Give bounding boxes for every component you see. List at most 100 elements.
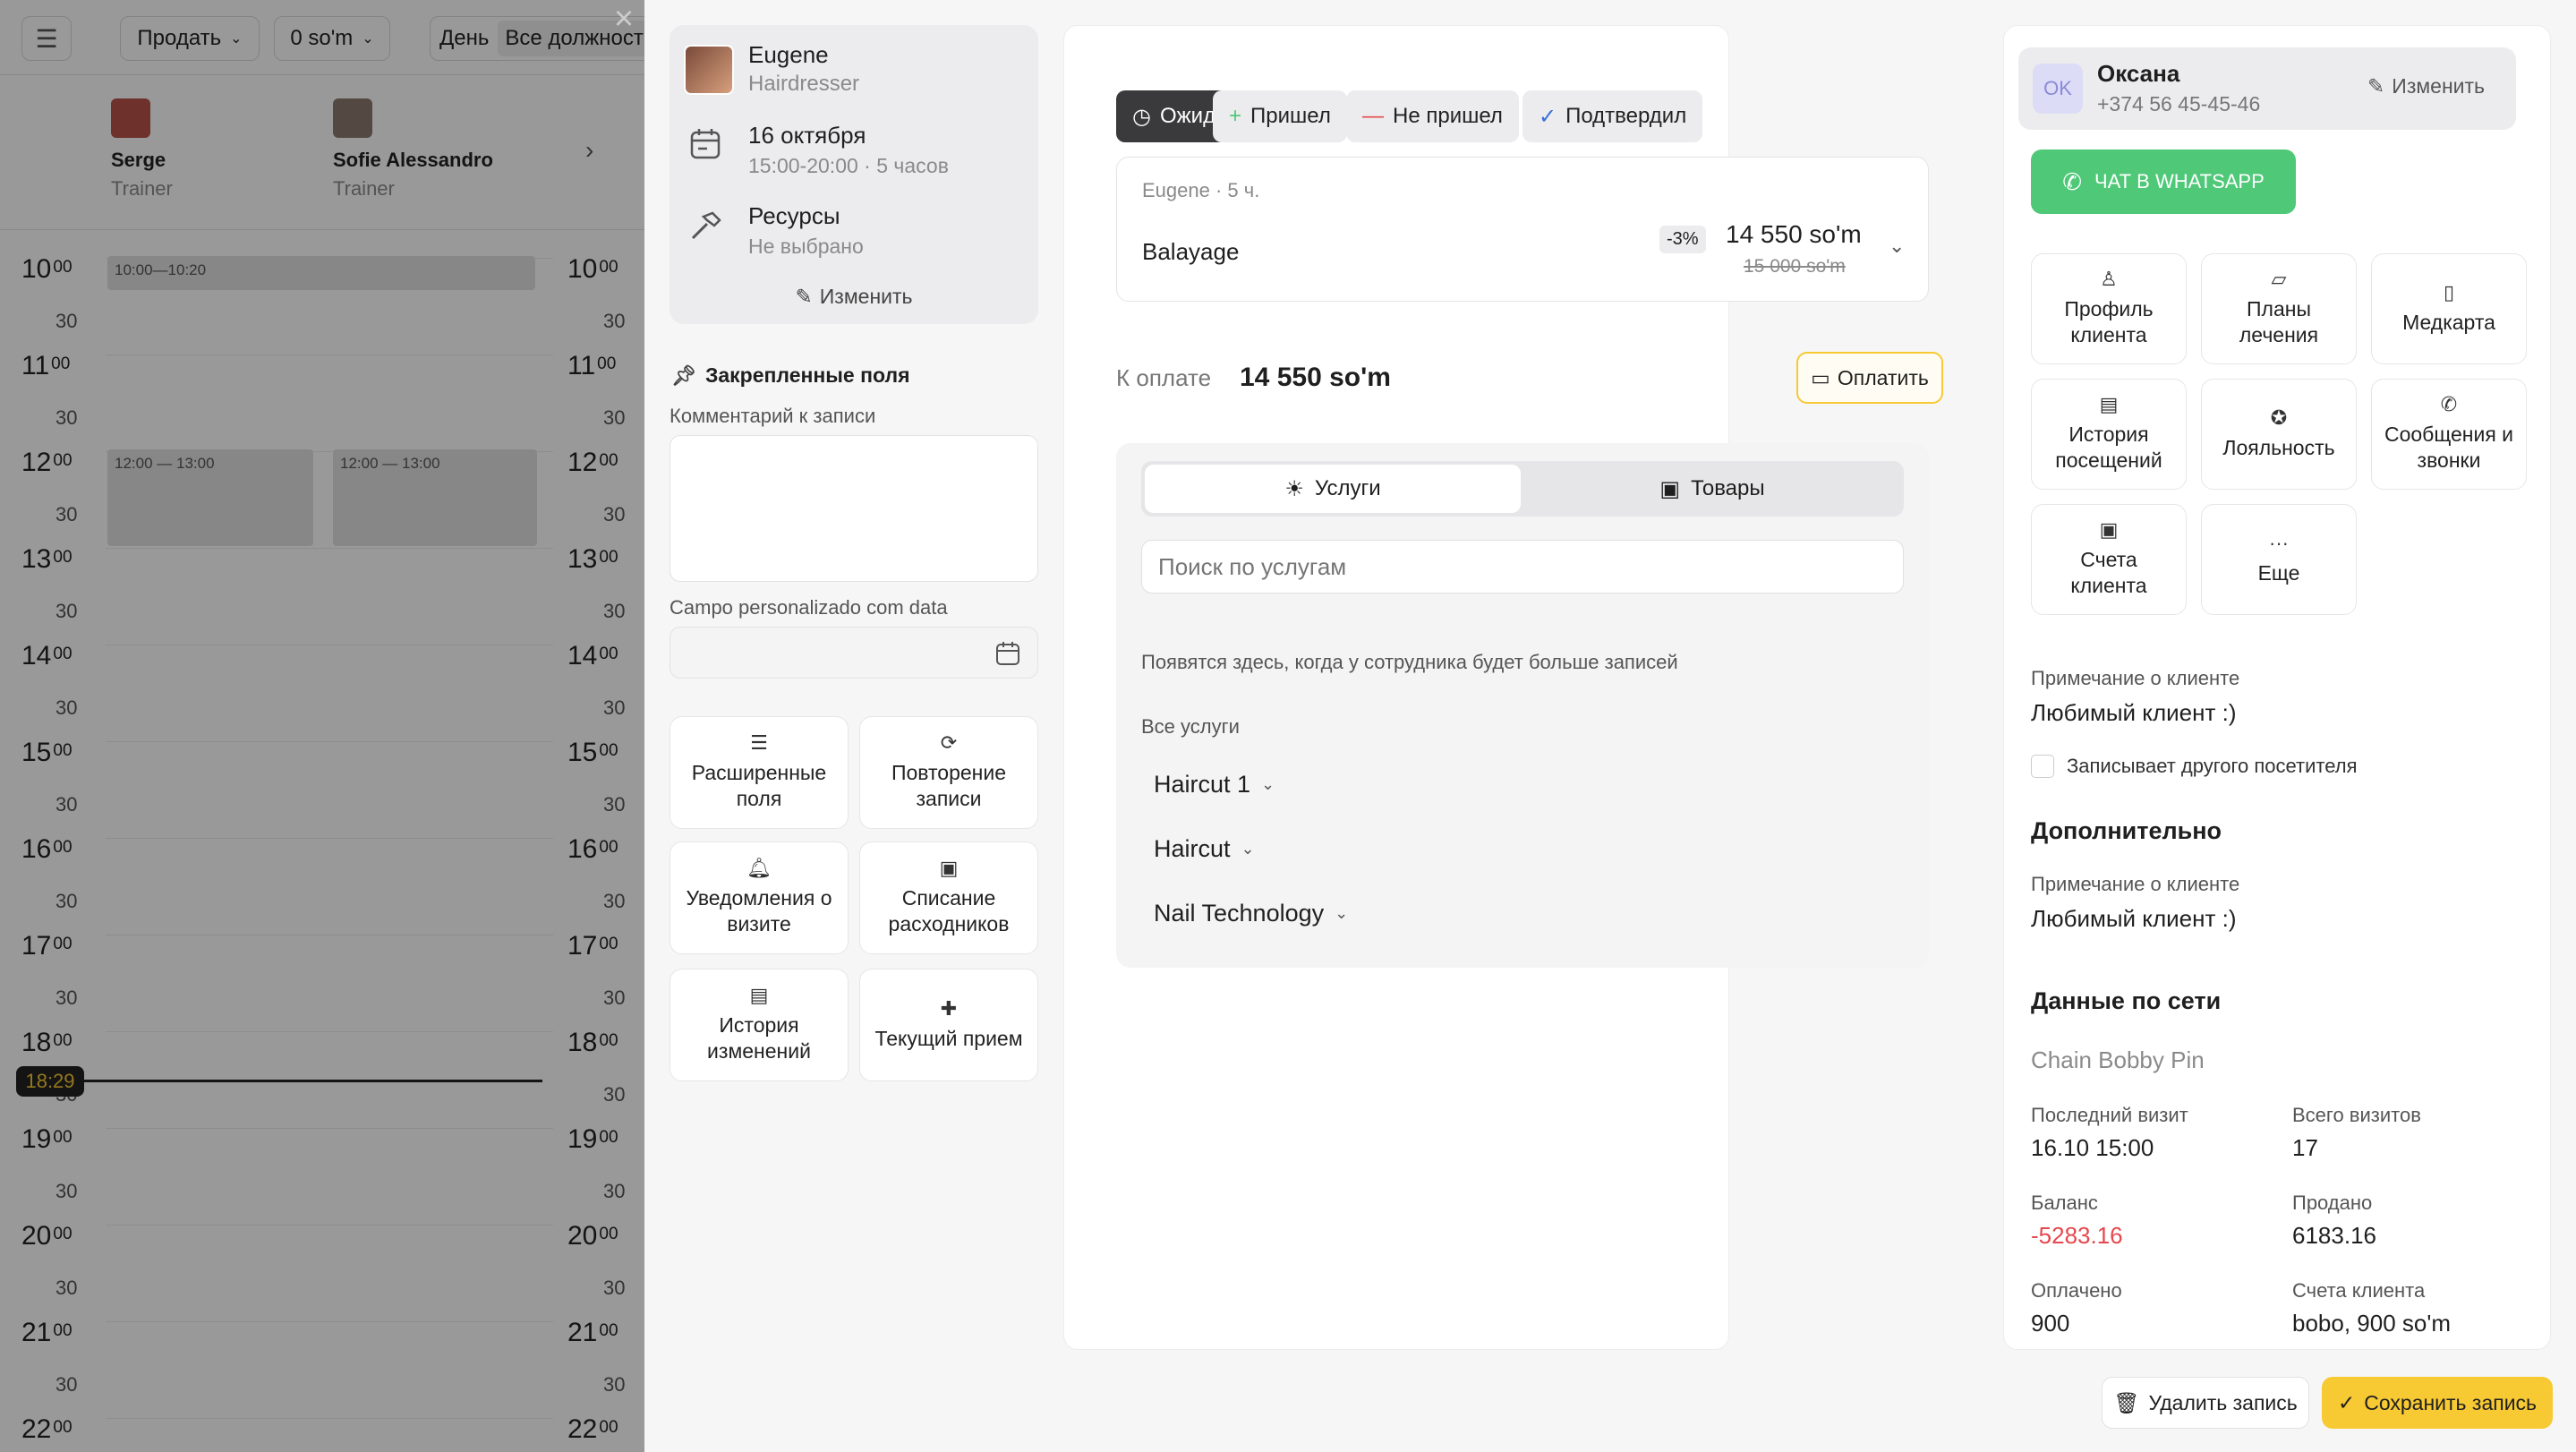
edit-client-button[interactable]: ✎ Изменить xyxy=(2367,74,2485,98)
wallet-icon: ▣ xyxy=(2099,518,2119,541)
service-item[interactable]: Eugene · 5 ч. Balayage -3% 14 550 so'm 1… xyxy=(1116,157,1929,302)
tab-label: Товары xyxy=(1691,476,1765,500)
change-history-button[interactable]: ▤ История изменений xyxy=(670,969,849,1081)
messages-calls-button[interactable]: ✆ Сообщения и звонки xyxy=(2371,379,2527,490)
repeat-record-button[interactable]: ⟳ Повторение записи xyxy=(859,716,1038,829)
bell-icon: 🔔︎ xyxy=(746,857,772,879)
accounts-label: Счета клиента xyxy=(2292,1279,2426,1302)
pinned-fields-header: 📌︎ Закрепленные поля xyxy=(671,363,910,388)
status-no-show-button[interactable]: — Не пришел xyxy=(1346,90,1519,142)
comment-label: Комментарий к записи xyxy=(670,405,876,427)
tabs: ☀ Услуги ▣ Товары xyxy=(1141,461,1904,517)
service-price: 14 550 so'm xyxy=(1726,220,1862,248)
record-date: 16 октября xyxy=(748,122,866,149)
user-icon: ♙ xyxy=(2100,268,2118,290)
tile-label: Еще xyxy=(2257,560,2300,585)
pin-icon: 📌︎ xyxy=(671,363,696,387)
resources-title: Ресурсы xyxy=(748,202,840,229)
consumables-writeoff-button[interactable]: ▣ Списание расходников xyxy=(859,841,1038,954)
medcard-button[interactable]: ▯ Медкарта xyxy=(2371,253,2527,364)
service-old-price: 15 000 so'm xyxy=(1744,256,1846,277)
status-arrived-button[interactable]: + Пришел xyxy=(1213,90,1347,142)
tab-label: Услуги xyxy=(1314,476,1381,500)
current-appointment-button[interactable]: ✚ Текущий прием xyxy=(859,969,1038,1081)
tile-label: Лояльность xyxy=(2222,435,2335,459)
to-pay-label: К оплате xyxy=(1116,364,1212,391)
status-confirmed-button[interactable]: ✓ Подтвердил xyxy=(1523,90,1703,142)
tile-label: Планы лечения xyxy=(2239,297,2319,346)
hammer-icon xyxy=(687,208,723,243)
chevron-down-icon: ⌄ xyxy=(1261,775,1275,793)
check-icon: ✓ xyxy=(1539,104,1557,129)
chevron-down-icon: ⌄ xyxy=(1335,904,1349,922)
client-note-label: Примечание о клиенте xyxy=(2031,667,2240,689)
service-category[interactable]: Haircut ⌄ xyxy=(1154,835,1255,863)
repeat-icon: ⟳ xyxy=(940,731,958,754)
delete-record-button[interactable]: 🗑︎ Удалить запись xyxy=(2102,1377,2309,1429)
client-phone: +374 56 45-45-46 xyxy=(2097,92,2261,115)
more-button[interactable]: ··· Еще xyxy=(2201,504,2357,615)
edit-record-button[interactable]: ✎ Изменить xyxy=(670,285,1038,309)
close-icon[interactable]: × xyxy=(609,2,639,36)
tile-label: Повторение записи xyxy=(891,761,1007,810)
master-role: Hairdresser xyxy=(748,72,860,96)
client-accounts-button[interactable]: ▣ Счета клиента xyxy=(2031,504,2187,615)
visit-history-button[interactable]: ▤ История посещений xyxy=(2031,379,2187,490)
master-name: Eugene xyxy=(748,41,829,68)
tab-goods[interactable]: ▣ Товары xyxy=(1524,465,1900,513)
accounts-value: bobo, 900 so'm xyxy=(2292,1310,2451,1337)
tab-services[interactable]: ☀ Услуги xyxy=(1145,465,1521,513)
medcard-icon: ▯ xyxy=(2443,280,2455,303)
network-name: Chain Bobby Pin xyxy=(2031,1046,2205,1073)
loyalty-icon: ✪ xyxy=(2270,406,2288,429)
client-profile-button[interactable]: ♙ Профиль клиента xyxy=(2031,253,2187,364)
save-record-button[interactable]: ✓ Сохранить запись xyxy=(2322,1377,2553,1429)
tile-label: Расширенные поля xyxy=(691,761,827,810)
record-panel: Eugene Hairdresser 16 октября 15:00-20:0… xyxy=(644,0,2576,1452)
record-summary-card: Eugene Hairdresser 16 октября 15:00-20:0… xyxy=(670,25,1038,324)
category-label: Haircut 1 xyxy=(1154,771,1251,798)
box-icon: ▣ xyxy=(1659,476,1681,501)
service-category[interactable]: Nail Technology ⌄ xyxy=(1154,900,1348,927)
avatar xyxy=(684,45,734,95)
whatsapp-chat-button[interactable]: ✆ ЧАТ В WHATSAPP xyxy=(2031,149,2296,214)
paid-value: 900 xyxy=(2031,1310,2070,1337)
calendar-icon xyxy=(687,125,723,161)
wallet-icon: ▭ xyxy=(1811,365,1830,389)
tile-label: Сообщения и звонки xyxy=(2384,423,2514,472)
pay-button[interactable]: ▭ Оплатить xyxy=(1796,352,1943,404)
custom-date-field[interactable] xyxy=(670,627,1038,679)
treatment-plans-button[interactable]: ▱ Планы лечения xyxy=(2201,253,2357,364)
modal-overlay[interactable] xyxy=(0,0,644,1452)
record-main-card: ◷ Ожидание + Пришел — Не пришел ✓ Подтве… xyxy=(1063,25,1943,1350)
to-pay-value: 14 550 so'm xyxy=(1240,363,1391,392)
extended-fields-button[interactable]: ☰ Расширенные поля xyxy=(670,716,849,829)
tile-label: Списание расходников xyxy=(888,886,1010,935)
phone-icon: ✆ xyxy=(2440,393,2458,415)
client-card: OK Оксана +374 56 45-45-46 ✎ Изменить ✆ … xyxy=(2003,25,2551,1350)
total-visits-value: 17 xyxy=(2292,1134,2318,1161)
chevron-down-icon[interactable]: ⌄ xyxy=(1889,235,1905,258)
service-category[interactable]: Haircut 1 ⌄ xyxy=(1154,771,1275,799)
additional-note-label: Примечание о клиенте xyxy=(2031,873,2240,895)
pencil-icon: ✎ xyxy=(2367,74,2385,98)
client-avatar: OK xyxy=(2033,64,2083,114)
client-note-value: Любимый клиент :) xyxy=(2031,699,2237,726)
list-icon: ☰ xyxy=(750,731,768,754)
visit-notifications-button[interactable]: 🔔︎ Уведомления о визите xyxy=(670,841,849,954)
tile-label: Медкарта xyxy=(2402,310,2495,334)
history-icon: ▤ xyxy=(749,984,769,1006)
other-visitor-checkbox[interactable]: Записывает другого посетителя xyxy=(2031,755,2358,778)
calendar-icon[interactable] xyxy=(994,640,1021,667)
client-header[interactable]: OK Оксана +374 56 45-45-46 ✎ Изменить xyxy=(2018,47,2516,130)
status-label: Пришел xyxy=(1250,104,1331,128)
pinned-title: Закрепленные поля xyxy=(704,363,910,387)
service-search-input[interactable] xyxy=(1141,540,1904,594)
edit-label: Изменить xyxy=(2392,74,2486,98)
loyalty-button[interactable]: ✪ Лояльность xyxy=(2201,379,2357,490)
trash-icon: 🗑︎ xyxy=(2113,1390,2140,1414)
folder-icon: ▱ xyxy=(2271,268,2287,290)
comment-textarea[interactable] xyxy=(670,435,1038,582)
sold-label: Продано xyxy=(2292,1191,2373,1214)
checkbox[interactable] xyxy=(2031,755,2054,778)
